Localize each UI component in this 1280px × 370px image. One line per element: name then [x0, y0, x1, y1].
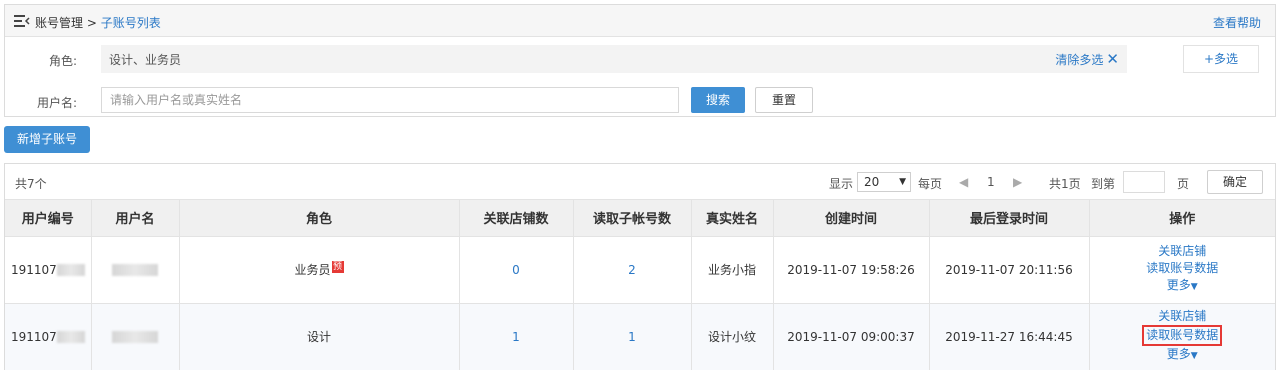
col-header-actions: 操作 — [1089, 200, 1275, 237]
user-id-prefix: 191107 — [11, 262, 57, 277]
col-header-username: 用户名 — [91, 200, 180, 237]
cell-user-id: 191107 — [5, 236, 92, 304]
page-size-value: 20 — [864, 175, 880, 189]
per-page-label: 每页 — [918, 177, 943, 191]
highlight-box: 读取账号数据 — [1142, 325, 1223, 346]
cell-user-id: 191107 — [5, 303, 92, 370]
cell-real-name: 设计小纹 — [691, 303, 774, 370]
cell-last-login: 2019-11-27 16:44:45 — [929, 303, 1090, 370]
role-label: 角色: — [48, 54, 77, 68]
cell-created: 2019-11-07 19:58:26 — [773, 236, 930, 304]
caret-down-icon: ▼ — [1190, 282, 1198, 292]
account-table-panel: 共7个 显示 20 ▼ 每页 ◀ 1 ▶ 共1页 到第 页 确定 用户编号 用户名… — [4, 163, 1276, 370]
role-text: 设计 — [306, 330, 331, 344]
menu-collapse-icon[interactable] — [14, 15, 30, 27]
user-id-prefix: 191107 — [11, 329, 57, 344]
table-header-row: 用户编号 用户名 角色 关联店铺数 读取子帐号数 真实姓名 创建时间 最后登录时… — [5, 200, 1275, 237]
add-sub-account-button[interactable]: 新增子账号 — [4, 126, 90, 153]
read-data-action[interactable]: 读取账号数据 — [1090, 260, 1276, 277]
reset-button[interactable]: 重置 — [755, 87, 813, 113]
goto-label: 到第 — [1091, 177, 1116, 191]
more-action[interactable]: 更多▼ — [1090, 277, 1276, 296]
username-label: 用户名: — [36, 96, 77, 110]
cell-subs: 2 — [573, 236, 692, 304]
dropdown-arrow-icon: ▼ — [899, 177, 906, 187]
read-data-action-highlighted[interactable]: 读取账号数据 — [1090, 325, 1276, 346]
link-shop-action[interactable]: 关联店铺 — [1090, 308, 1276, 325]
confirm-page-button[interactable]: 确定 — [1207, 170, 1263, 194]
page-unit-label: 页 — [1177, 177, 1190, 191]
cell-created: 2019-11-07 09:00:37 — [773, 303, 930, 370]
col-header-subs: 读取子帐号数 — [573, 200, 692, 237]
col-header-real-name: 真实姓名 — [691, 200, 774, 237]
multi-select-button[interactable]: +多选 — [1183, 45, 1259, 73]
col-header-role: 角色 — [179, 200, 460, 237]
caret-down-icon: ▼ — [1190, 351, 1198, 361]
table-row: 191107 业务员预 0 2 业务小指 2019-11-07 19:58:26… — [5, 236, 1276, 304]
link-shop-action[interactable]: 关联店铺 — [1090, 243, 1276, 260]
cell-shops: 1 — [459, 303, 574, 370]
cell-actions: 关联店铺 读取账号数据 更多▼ — [1089, 303, 1275, 370]
page-size-select[interactable]: 20 ▼ — [857, 172, 911, 192]
more-label: 更多 — [1166, 278, 1191, 292]
col-header-shops: 关联店铺数 — [459, 200, 574, 237]
table-row: 191107 设计 1 1 设计小纹 2019-11-07 09:00:37 2… — [5, 303, 1275, 370]
role-value: 设计、业务员 — [109, 53, 182, 67]
total-pages: 共1页 — [1049, 177, 1081, 191]
more-action[interactable]: 更多▼ — [1090, 346, 1276, 365]
close-icon: ✕ — [1106, 50, 1119, 68]
redacted-username — [112, 264, 158, 276]
clear-label: 清除多选 — [1055, 53, 1104, 67]
cell-shops: 0 — [459, 236, 574, 304]
goto-page-input[interactable] — [1123, 171, 1165, 193]
role-text: 业务员 — [294, 263, 331, 277]
current-page[interactable]: 1 — [987, 175, 995, 189]
redacted-id — [56, 264, 85, 276]
search-button[interactable]: 搜索 — [691, 87, 745, 113]
role-selection-box[interactable]: 设计、业务员 清除多选 ✕ — [101, 45, 1127, 73]
show-label: 显示 — [829, 177, 854, 191]
prev-page-icon[interactable]: ◀ — [959, 175, 968, 189]
cell-username — [91, 236, 180, 304]
filter-panel: 账号管理 > 子账号列表 查看帮助 角色: 设计、业务员 清除多选 ✕ +多选 用… — [4, 4, 1276, 117]
subs-count-link[interactable]: 2 — [628, 263, 636, 277]
cell-last-login: 2019-11-07 20:11:56 — [929, 236, 1090, 304]
account-table: 用户编号 用户名 角色 关联店铺数 读取子帐号数 真实姓名 创建时间 最后登录时… — [5, 200, 1275, 370]
subs-count-link[interactable]: 1 — [628, 330, 636, 344]
username-search-input[interactable]: 请输入用户名或真实姓名 — [101, 87, 679, 113]
col-header-created: 创建时间 — [773, 200, 930, 237]
cell-real-name: 业务小指 — [691, 236, 774, 304]
more-label: 更多 — [1166, 347, 1191, 361]
col-header-id: 用户编号 — [5, 200, 92, 237]
shops-count-link[interactable]: 0 — [512, 263, 520, 277]
help-link[interactable]: 查看帮助 — [1213, 14, 1261, 31]
clear-multi-select-button[interactable]: 清除多选 ✕ — [1055, 50, 1119, 68]
total-count: 共7个 — [15, 177, 47, 191]
redacted-id — [56, 331, 85, 343]
cell-role: 设计 — [179, 303, 460, 370]
pager-bar: 共7个 显示 20 ▼ 每页 ◀ 1 ▶ 共1页 到第 页 确定 — [5, 164, 1275, 200]
cell-actions: 关联店铺 读取账号数据 更多▼ — [1089, 236, 1276, 304]
shops-count-link[interactable]: 1 — [512, 330, 520, 344]
cell-role: 业务员预 — [179, 236, 460, 304]
breadcrumb-bar: 账号管理 > 子账号列表 查看帮助 — [5, 5, 1275, 37]
breadcrumb: 账号管理 > 子账号列表 — [35, 14, 161, 31]
breadcrumb-current: 子账号列表 — [100, 16, 161, 30]
breadcrumb-parent[interactable]: 账号管理 > — [35, 16, 101, 30]
next-page-icon[interactable]: ▶ — [1013, 175, 1022, 189]
role-tag-badge: 预 — [331, 261, 344, 273]
col-header-last-login: 最后登录时间 — [929, 200, 1090, 237]
redacted-username — [112, 331, 158, 343]
cell-username — [91, 303, 180, 370]
cell-subs: 1 — [573, 303, 692, 370]
